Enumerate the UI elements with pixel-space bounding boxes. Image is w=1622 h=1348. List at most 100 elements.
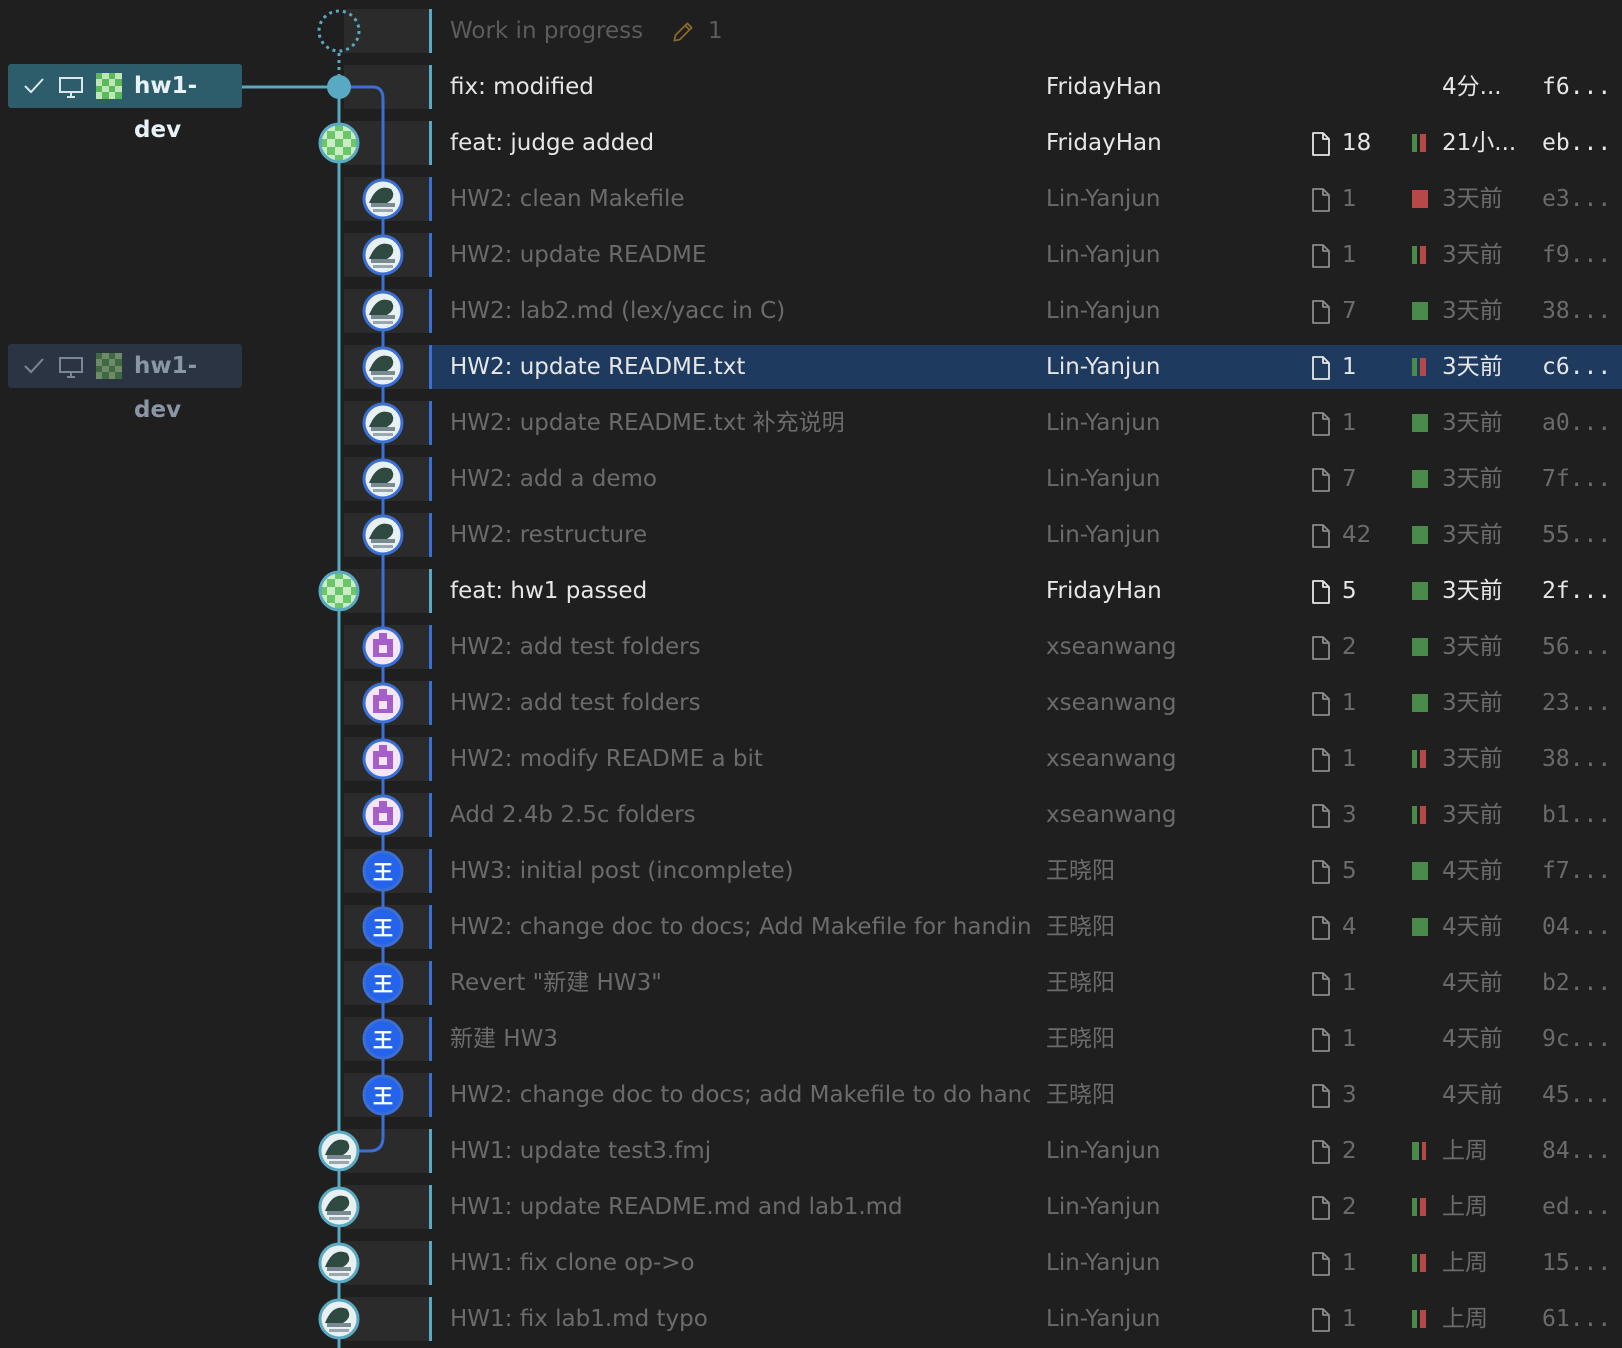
change-stat-bar xyxy=(1412,470,1428,488)
row-separator xyxy=(429,849,432,893)
commit-date: 3天前 xyxy=(1442,410,1503,436)
commit-hash: 15... xyxy=(1542,1250,1612,1276)
row-separator xyxy=(429,793,432,837)
commit-date: 3天前 xyxy=(1442,578,1503,604)
commit-hash: b2... xyxy=(1542,970,1612,996)
commit-hash: eb... xyxy=(1542,130,1612,156)
file-icon xyxy=(1312,1308,1330,1332)
commit-date: 上周 xyxy=(1442,1250,1488,1276)
commit-row[interactable]: HW1: update README.md and lab1.md Lin-Yan… xyxy=(0,1185,1622,1229)
commit-message: HW2: lab2.md (lex/yacc in C) xyxy=(450,298,786,324)
row-separator xyxy=(429,65,432,109)
deletions-bar xyxy=(1420,246,1426,264)
commit-author: FridayHan xyxy=(1046,130,1162,156)
commit-message: feat: hw1 passed xyxy=(450,578,648,604)
commit-date: 上周 xyxy=(1442,1194,1488,1220)
commit-hash: 9c... xyxy=(1542,1026,1612,1052)
file-icon xyxy=(1312,188,1330,212)
commit-date: 3天前 xyxy=(1442,746,1503,772)
commit-date: 3天前 xyxy=(1442,298,1503,324)
commit-row[interactable]: HW2: clean Makefile Lin-Yanjun 1 3天前 e3... xyxy=(0,177,1622,221)
commit-row[interactable]: HW1: update test3.fmj Lin-Yanjun 2 上周 84... xyxy=(0,1129,1622,1173)
file-count: 1 xyxy=(1342,1250,1357,1276)
commit-author: xseanwang xyxy=(1046,802,1177,828)
file-icon xyxy=(1312,972,1330,996)
commit-row[interactable]: feat: judge added FridayHan 18 21小... eb... xyxy=(0,121,1622,165)
row-separator xyxy=(429,1241,432,1285)
commit-hash: 38... xyxy=(1542,298,1612,324)
wip-row[interactable]: Work in progress 1 xyxy=(0,9,1622,53)
file-icon xyxy=(1312,580,1330,604)
commit-author: Lin-Yanjun xyxy=(1046,1306,1161,1332)
commit-message: HW2: update README.txt 补充说明 xyxy=(450,410,845,436)
row-separator xyxy=(429,1185,432,1229)
commit-row[interactable]: HW2: update README.txt Lin-Yanjun 1 3天前 c6..… xyxy=(0,345,1622,389)
commit-row[interactable]: HW2: add test folders xseanwang 1 3天前 23... xyxy=(0,681,1622,725)
commit-message: feat: judge added xyxy=(450,130,655,156)
author-avatar-icon xyxy=(96,353,122,379)
commit-row[interactable]: Add 2.4b 2.5c folders xseanwang 3 3天前 b1... xyxy=(0,793,1622,837)
additions-bar xyxy=(1412,638,1428,656)
commit-row[interactable]: HW2: restructure Lin-Yanjun 42 3天前 55... xyxy=(0,513,1622,557)
commit-row[interactable]: HW3: initial post (incomplete) 王晓阳 5 4天前 f7.… xyxy=(0,849,1622,893)
commit-message: HW1: update test3.fmj xyxy=(450,1138,712,1164)
file-count: 1 xyxy=(1342,746,1357,772)
commit-message: Add 2.4b 2.5c folders xyxy=(450,802,696,828)
additions-bar xyxy=(1412,582,1428,600)
commit-row[interactable]: fix: modified FridayHan 4分... f6... xyxy=(0,65,1622,109)
branch-tag-hw1-dev-active[interactable]: hw1-dev xyxy=(8,64,242,143)
additions-bar xyxy=(1412,1198,1417,1216)
commit-message: Revert "新建 HW3" xyxy=(450,970,662,996)
change-stat-bar xyxy=(1412,1142,1428,1160)
commit-row[interactable]: HW2: change doc to docs; Add Makefile fo… xyxy=(0,905,1622,949)
row-separator xyxy=(429,513,432,557)
commit-row[interactable]: HW1: fix clone op->o Lin-Yanjun 1 上周 15... xyxy=(0,1241,1622,1285)
additions-bar xyxy=(1412,1142,1419,1160)
commit-hash: 38... xyxy=(1542,746,1612,772)
file-count: 2 xyxy=(1342,1138,1357,1164)
pencil-icon xyxy=(673,22,693,42)
additions-bar xyxy=(1412,862,1428,880)
commit-author: Lin-Yanjun xyxy=(1046,354,1161,380)
additions-bar xyxy=(1412,806,1417,824)
commit-hash: 04... xyxy=(1542,914,1612,940)
commit-message: HW2: update README xyxy=(450,242,707,268)
commit-message: HW3: initial post (incomplete) xyxy=(450,858,794,884)
commit-row[interactable]: HW2: add a demo Lin-Yanjun 7 3天前 7f... xyxy=(0,457,1622,501)
commit-row[interactable]: HW2: lab2.md (lex/yacc in C) Lin-Yanjun 7 3… xyxy=(0,289,1622,333)
commit-row[interactable]: HW2: modify README a bit xseanwang 1 3天前 38.… xyxy=(0,737,1622,781)
commit-row[interactable]: HW2: update README Lin-Yanjun 1 3天前 f9... xyxy=(0,233,1622,277)
file-icon xyxy=(1312,1140,1330,1164)
commit-row[interactable]: 新建 HW3 王晓阳 1 4天前 9c... xyxy=(0,1017,1622,1061)
commit-hash: 56... xyxy=(1542,634,1612,660)
commit-row[interactable]: feat: hw1 passed FridayHan 5 3天前 2f... xyxy=(0,569,1622,613)
file-count: 1 xyxy=(1342,242,1357,268)
monitor-icon xyxy=(59,357,83,378)
commit-row[interactable]: HW2: change doc to docs; add Makefile to… xyxy=(0,1073,1622,1117)
additions-bar xyxy=(1412,1310,1417,1328)
file-icon xyxy=(1312,636,1330,660)
deletions-bar xyxy=(1412,190,1428,208)
commit-row[interactable]: HW2: add test folders xseanwang 2 3天前 56... xyxy=(0,625,1622,669)
file-icon xyxy=(1312,244,1330,268)
branch-tag-hw1-dev-remote[interactable]: hw1-dev xyxy=(8,344,242,423)
file-count: 1 xyxy=(1342,354,1357,380)
file-icon xyxy=(1312,468,1330,492)
commit-author: Lin-Yanjun xyxy=(1046,242,1161,268)
commit-date: 4天前 xyxy=(1442,914,1503,940)
commit-hash: ed... xyxy=(1542,1194,1612,1220)
file-count: 3 xyxy=(1342,1082,1357,1108)
additions-bar xyxy=(1412,526,1428,544)
commit-row[interactable]: HW2: update README.txt 补充说明 Lin-Yanjun 1 3天… xyxy=(0,401,1622,445)
additions-bar xyxy=(1412,246,1417,264)
commit-date: 上周 xyxy=(1442,1306,1488,1332)
change-stat-bar xyxy=(1412,358,1428,376)
row-separator xyxy=(429,905,432,949)
row-separator xyxy=(429,681,432,725)
commit-row[interactable]: HW1: fix lab1.md typo Lin-Yanjun 1 上周 61... xyxy=(0,1297,1622,1341)
additions-bar xyxy=(1412,358,1417,376)
commit-row[interactable]: Revert "新建 HW3" 王晓阳 1 4天前 b2... xyxy=(0,961,1622,1005)
branch-name: hw1-dev xyxy=(134,73,198,143)
file-count: 1 xyxy=(1342,970,1357,996)
commit-message: HW2: change doc to docs; Add Makefile fo… xyxy=(450,914,1030,940)
